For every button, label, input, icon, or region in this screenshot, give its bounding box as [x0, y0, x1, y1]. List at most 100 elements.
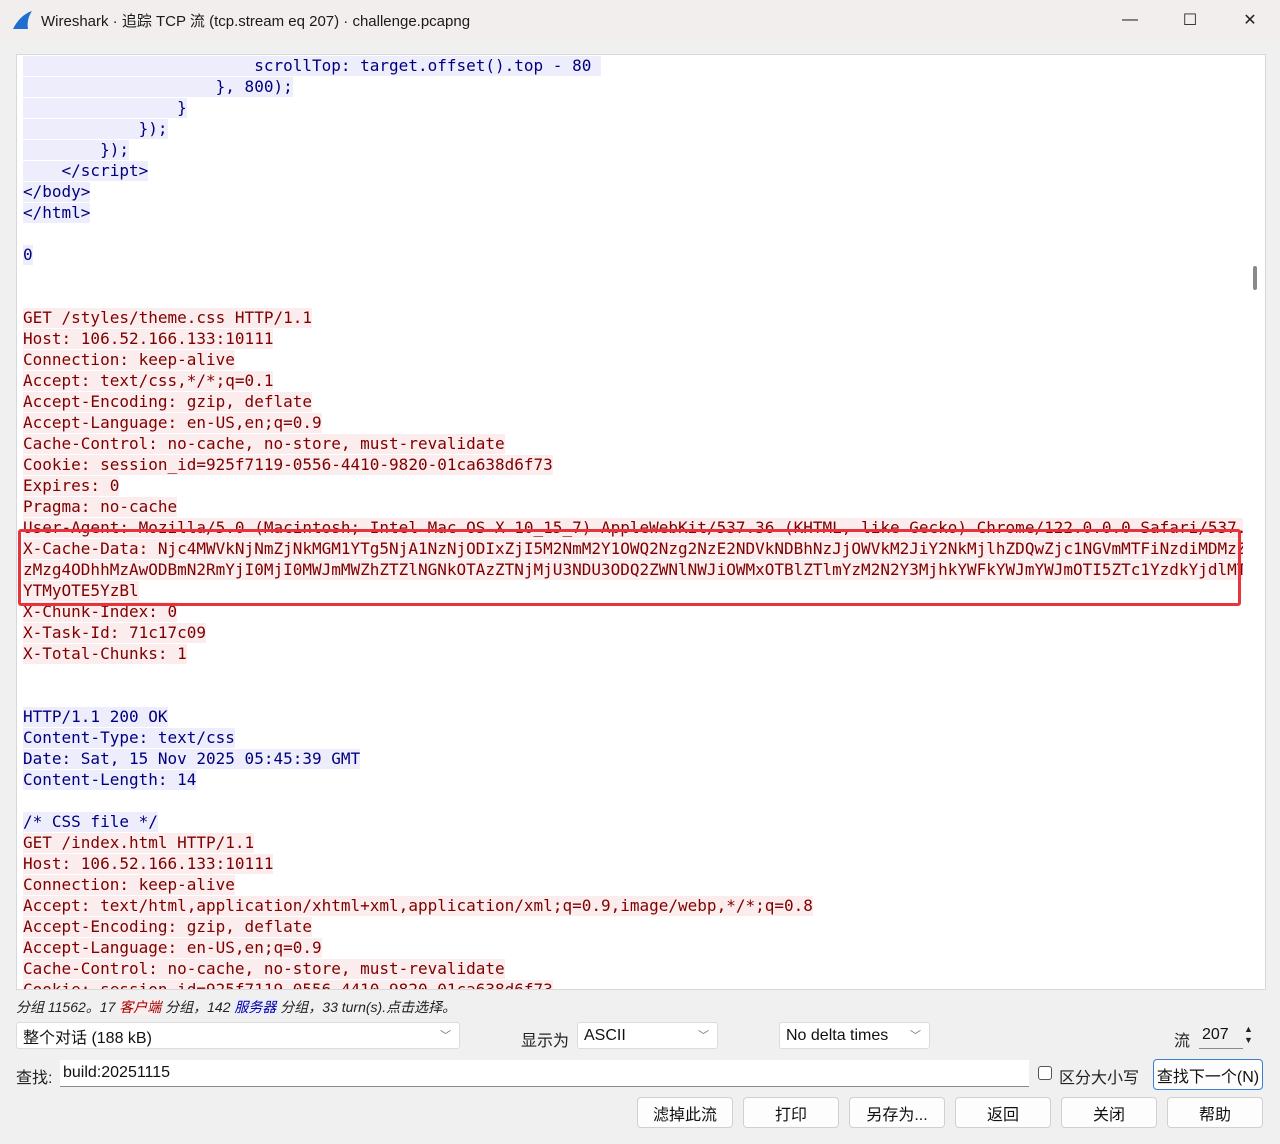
stream-number-field[interactable]: 207 — [1199, 1022, 1243, 1049]
highlight-box — [18, 529, 1241, 606]
client-line: Pragma: no-cache — [23, 496, 1243, 517]
line-text: </html> — [23, 203, 91, 223]
client-line: Accept-Encoding: gzip, deflate — [23, 916, 1243, 937]
client-line: Accept: text/css,*/*;q=0.1 — [23, 370, 1243, 391]
window-title: Wireshark · 追踪 TCP 流 (tcp.stream eq 207)… — [41, 12, 471, 30]
server-line: </body> — [23, 181, 1243, 202]
show-as-label: 显示为 — [521, 1033, 570, 1050]
stepper-down-icon[interactable]: ▼ — [1244, 1035, 1253, 1046]
line-text: Cookie: session_id=925f7119-0556-4410-98… — [23, 455, 553, 475]
show-as-value: ASCII — [584, 1026, 626, 1044]
chevron-down-icon: ﹀ — [910, 1030, 921, 1042]
delta-times-value: No delta times — [786, 1026, 889, 1044]
line-text: Content-Type: text/css — [23, 728, 235, 748]
server-line: /* CSS file */ — [23, 811, 1243, 832]
status-prefix: 分组 11562。17 — [16, 999, 120, 1015]
client-line: Host: 106.52.166.133:10111 — [23, 853, 1243, 874]
client-line: Connection: keep-alive — [23, 874, 1243, 895]
line-text: Accept-Language: en-US,en;q=0.9 — [23, 938, 322, 958]
client-line: GET /styles/theme.css HTTP/1.1 — [23, 307, 1243, 328]
find-label: 查找: — [16, 1070, 53, 1087]
line-text: } — [23, 98, 187, 118]
save-as-button[interactable]: 另存为... — [849, 1097, 945, 1128]
client-line: X-Total-Chunks: 1 — [23, 643, 1243, 664]
delta-times-select[interactable]: No delta times ﹀ — [779, 1022, 930, 1049]
minimize-button[interactable]: — — [1100, 0, 1160, 40]
find-next-button[interactable]: 查找下一个(N) — [1153, 1059, 1263, 1090]
line-text: Content-Length: 14 — [23, 770, 197, 790]
stepper-up-icon[interactable]: ▲ — [1244, 1024, 1253, 1035]
server-line: 0 — [23, 244, 1243, 265]
find-input[interactable]: build:20251115 — [60, 1060, 1029, 1087]
line-text: Accept: text/css,*/*;q=0.1 — [23, 371, 274, 391]
stream-number-value: 207 — [1202, 1026, 1229, 1043]
server-line: scrollTop: target.offset().top - 80 — [23, 55, 1243, 76]
line-text: Accept-Language: en-US,en;q=0.9 — [23, 413, 322, 433]
chevron-down-icon: ﹀ — [698, 1030, 709, 1042]
server-line: HTTP/1.1 200 OK — [23, 706, 1243, 727]
line-text: X-Task-Id: 71c17c09 — [23, 623, 207, 643]
server-line: } — [23, 97, 1243, 118]
line-text: </body> — [23, 182, 91, 202]
maximize-button[interactable]: ☐ — [1160, 0, 1220, 40]
line-text: X-Total-Chunks: 1 — [23, 644, 187, 664]
line-text: Pragma: no-cache — [23, 497, 178, 517]
line-text: Cache-Control: no-cache, no-store, must-… — [23, 434, 505, 454]
line-text: Accept-Encoding: gzip, deflate — [23, 917, 312, 937]
line-text: HTTP/1.1 200 OK — [23, 707, 168, 727]
conversation-value: 整个对话 (188 kB) — [23, 1029, 152, 1047]
case-sensitive-label: 区分大小写 — [1059, 1070, 1140, 1087]
server-line: }, 800); — [23, 76, 1243, 97]
back-button[interactable]: 返回 — [955, 1097, 1051, 1128]
wireshark-logo-icon — [13, 11, 32, 29]
scrollbar-thumb[interactable] — [1253, 266, 1257, 290]
client-line: Accept: text/html,application/xhtml+xml,… — [23, 895, 1243, 916]
client-line: Cache-Control: no-cache, no-store, must-… — [23, 958, 1243, 979]
line-text: }, 800); — [23, 77, 293, 97]
server-line: </script> — [23, 160, 1243, 181]
client-line: GET /index.html HTTP/1.1 — [23, 832, 1243, 853]
line-text: 0 — [23, 245, 33, 265]
line-text: Host: 106.52.166.133:10111 — [23, 329, 274, 349]
line-text: Expires: 0 — [23, 476, 120, 496]
client-line: Expires: 0 — [23, 475, 1243, 496]
stream-stepper[interactable]: ▲ ▼ — [1244, 1024, 1253, 1046]
close-button[interactable]: 关闭 — [1061, 1097, 1157, 1128]
client-line: Accept-Language: en-US,en;q=0.9 — [23, 412, 1243, 433]
line-text: Cache-Control: no-cache, no-store, must-… — [23, 959, 505, 979]
line-text: Connection: keep-alive — [23, 875, 235, 895]
show-as-select[interactable]: ASCII ﹀ — [577, 1022, 718, 1049]
line-text: Accept: text/html,application/xhtml+xml,… — [23, 896, 813, 916]
line-text: Date: Sat, 15 Nov 2025 05:45:39 GMT — [23, 749, 361, 769]
close-window-button[interactable]: ✕ — [1220, 0, 1280, 40]
line-text: Connection: keep-alive — [23, 350, 235, 370]
client-line: Cache-Control: no-cache, no-store, must-… — [23, 433, 1243, 454]
help-button[interactable]: 帮助 — [1167, 1097, 1263, 1128]
stream-label: 流 — [1174, 1033, 1191, 1050]
client-line: X-Task-Id: 71c17c09 — [23, 622, 1243, 643]
line-text: scrollTop: target.offset().top - 80 — [23, 56, 601, 76]
stream-content-view[interactable]: scrollTop: target.offset().top - 80 }, 8… — [16, 54, 1266, 990]
vertical-scrollbar[interactable] — [1243, 55, 1265, 989]
conversation-select[interactable]: 整个对话 (188 kB) ﹀ — [16, 1022, 460, 1049]
print-button[interactable]: 打印 — [743, 1097, 839, 1128]
line-text: GET /index.html HTTP/1.1 — [23, 833, 255, 853]
line-text: }); — [23, 119, 168, 139]
case-sensitive-checkbox[interactable] — [1038, 1066, 1052, 1080]
status-summary[interactable]: 分组 11562。17 客户端 分组，142 服务器 分组，33 turn(s)… — [16, 997, 456, 1017]
filter-out-stream-button[interactable]: 滤掉此流 — [637, 1097, 733, 1128]
line-text: Cookie: session_id=925f7119-0556-4410-98… — [23, 980, 553, 989]
server-line: }); — [23, 118, 1243, 139]
line-text: /* CSS file */ — [23, 812, 158, 832]
client-line: Accept-Language: en-US,en;q=0.9 — [23, 937, 1243, 958]
server-line: }); — [23, 139, 1243, 160]
line-text: Host: 106.52.166.133:10111 — [23, 854, 274, 874]
server-line: </html> — [23, 202, 1243, 223]
status-client: 客户端 — [119, 999, 162, 1015]
line-text: </script> — [23, 161, 149, 181]
